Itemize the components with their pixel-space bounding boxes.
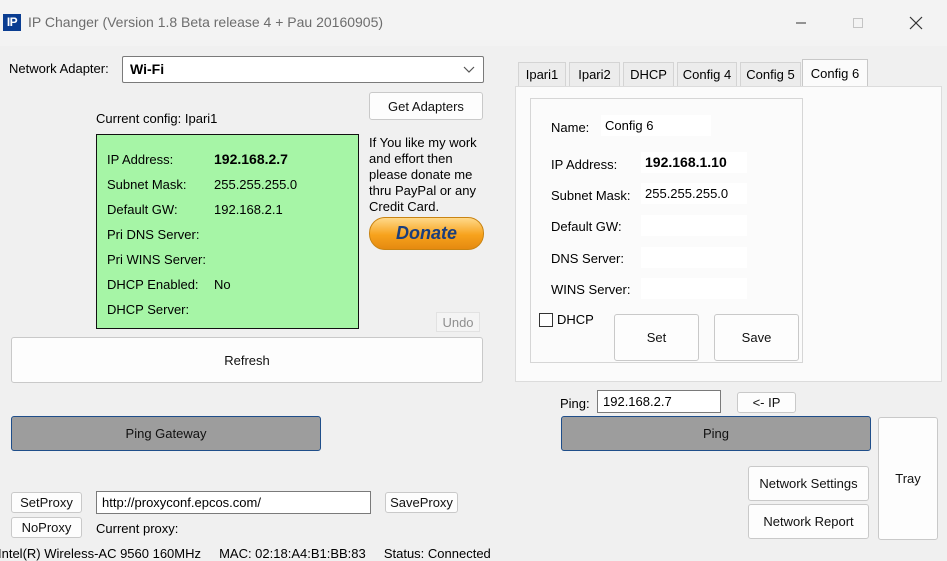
ip-address-label: IP Address: — [107, 152, 174, 167]
to-ip-button[interactable]: <- IP — [737, 392, 796, 413]
pri-dns-label: Pri DNS Server: — [107, 227, 200, 242]
donate-message: If You like my work and effort then plea… — [369, 135, 489, 215]
proxy-url-input[interactable]: http://proxyconf.epcos.com/ — [96, 491, 371, 514]
default-gw-value: 192.168.2.1 — [214, 202, 283, 217]
config-gw-label: Default GW: — [551, 219, 622, 234]
ip-address-value: 192.168.2.7 — [214, 151, 288, 167]
donate-line: thru PayPal or any — [369, 183, 476, 198]
current-proxy-label: Current proxy: — [96, 521, 179, 536]
donate-button-label: Donate — [395, 223, 457, 243]
donate-line: please donate me — [369, 167, 473, 182]
tab-ipari1[interactable]: Ipari1 — [518, 62, 566, 86]
config-wins-input[interactable] — [641, 278, 747, 299]
dhcp-enabled-value: No — [214, 277, 231, 292]
tab-config-6[interactable]: Config 6 — [802, 59, 868, 87]
tab-dhcp[interactable]: DHCP — [623, 62, 674, 86]
ping-label: Ping: — [560, 396, 590, 411]
save-proxy-button[interactable]: SaveProxy — [385, 492, 458, 513]
close-icon — [909, 16, 923, 30]
config-ip-label: IP Address: — [551, 157, 618, 172]
config-dns-label: DNS Server: — [551, 251, 624, 266]
dhcp-checkbox-label: DHCP — [557, 312, 594, 327]
donate-line: and effort then — [369, 151, 453, 166]
config-mask-label: Subnet Mask: — [551, 188, 631, 203]
ping-gateway-button[interactable]: Ping Gateway — [11, 416, 321, 451]
chevron-down-icon — [463, 66, 475, 73]
refresh-button[interactable]: Refresh — [11, 337, 483, 383]
config-dns-input[interactable] — [641, 247, 747, 268]
donate-line: If You like my work — [369, 135, 477, 150]
no-proxy-button[interactable]: NoProxy — [11, 517, 82, 538]
config-wins-label: WINS Server: — [551, 282, 631, 297]
minimize-icon — [796, 22, 806, 24]
undo-button[interactable]: Undo — [436, 312, 480, 332]
maximize-icon — [853, 18, 863, 28]
set-button[interactable]: Set — [614, 314, 699, 361]
network-report-button[interactable]: Network Report — [748, 504, 869, 539]
network-adapter-label: Network Adapter: — [9, 61, 109, 76]
dhcp-server-label: DHCP Server: — [107, 302, 190, 317]
network-adapter-value: Wi-Fi — [130, 61, 165, 77]
save-button[interactable]: Save — [714, 314, 799, 361]
close-button[interactable] — [896, 10, 936, 36]
subnet-mask-label: Subnet Mask: — [107, 177, 187, 192]
tab-ipari2[interactable]: Ipari2 — [569, 62, 620, 86]
donate-button[interactable]: Donate — [369, 217, 484, 250]
get-adapters-button[interactable]: Get Adapters — [369, 92, 483, 120]
dhcp-checkbox[interactable] — [539, 313, 553, 327]
pri-wins-label: Pri WINS Server: — [107, 252, 206, 267]
tray-button[interactable]: Tray — [878, 417, 938, 540]
donate-line: Credit Card. — [369, 199, 440, 214]
current-config-label: Current config: Ipari1 — [96, 111, 218, 126]
ping-button[interactable]: Ping — [561, 416, 871, 451]
set-proxy-button[interactable]: SetProxy — [11, 492, 82, 513]
status-bar: Intel(R) Wireless-AC 9560 160MHz MAC: 02… — [0, 543, 947, 561]
ping-input[interactable]: 192.168.2.7 — [597, 390, 721, 413]
network-adapter-select[interactable]: Wi-Fi — [122, 56, 484, 83]
tab-config-4[interactable]: Config 4 — [677, 62, 737, 86]
current-config-panel: IP Address: 192.168.2.7 Subnet Mask: 255… — [96, 134, 359, 329]
app-icon: IP — [3, 14, 21, 31]
minimize-button[interactable] — [781, 10, 821, 36]
config-name-label: Name: — [551, 120, 590, 135]
default-gw-label: Default GW: — [107, 202, 178, 217]
window-title: IP Changer (Version 1.8 Beta release 4 +… — [28, 14, 384, 30]
config-ip-input[interactable]: 192.168.1.10 — [641, 152, 747, 173]
config-mask-input[interactable]: 255.255.255.0 — [641, 183, 747, 204]
config-gw-input[interactable] — [641, 215, 747, 236]
dhcp-enabled-label: DHCP Enabled: — [107, 277, 199, 292]
maximize-button[interactable] — [838, 10, 878, 36]
network-settings-button[interactable]: Network Settings — [748, 466, 869, 501]
subnet-mask-value: 255.255.255.0 — [214, 177, 298, 192]
tab-config-5[interactable]: Config 5 — [740, 62, 801, 86]
status-text: Intel(R) Wireless-AC 9560 160MHz MAC: 02… — [0, 546, 491, 561]
title-bar[interactable]: IP IP Changer (Version 1.8 Beta release … — [0, 0, 947, 46]
config-name-input[interactable]: Config 6 — [601, 115, 711, 136]
